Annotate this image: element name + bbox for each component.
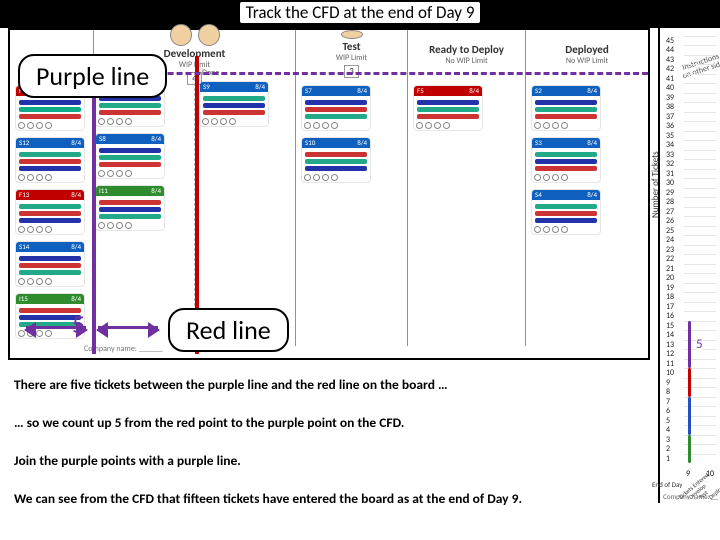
narration-1: There are five tickets between the purpl… (14, 376, 706, 393)
col-header-ready: Ready to Deploy No WIP Limit (408, 30, 526, 78)
cfd-five-label: 5 (696, 337, 703, 352)
col-wiplabel: No WIP Limit (566, 56, 608, 66)
cfd-plot-area: 5 (684, 36, 716, 463)
purple-line-label: Purple line (18, 54, 167, 98)
col-wiplabel: No WIP Limit (445, 56, 487, 66)
col-wiplabel: WIP Limit (336, 53, 367, 63)
ticket: S128/4 (16, 138, 84, 182)
cfd-y-tick: 18 (666, 292, 674, 302)
ticket: S88/4 (96, 134, 164, 178)
label-text: Red line (186, 314, 271, 346)
narration-4: We can see from the CFD that fifteen tic… (14, 490, 706, 507)
arrow-right-purple (98, 326, 158, 329)
lane-ready: F58/4 (408, 78, 526, 346)
ticket: S48/4 (532, 190, 600, 234)
col-name: Test (342, 40, 360, 53)
col-header-deployed: Deployed No WIP Limit (526, 30, 648, 78)
cfd-y-tick: 35 (666, 131, 674, 141)
cfd-y-tick: 25 (666, 226, 674, 236)
cfd-series-segment (688, 321, 691, 368)
cfd-y-tick: 14 (666, 330, 674, 340)
ticket: I118/4 (96, 186, 164, 230)
avatar-icon (170, 24, 192, 46)
ticket: S98/4 (200, 82, 268, 126)
narration-2: … so we count up 5 from the red point to… (14, 414, 706, 431)
cfd-y-tick: 28 (666, 197, 674, 207)
cfd-x-tick: 9 (686, 469, 690, 479)
cfd-y-tick: 32 (666, 159, 674, 169)
col-name: Ready to Deploy (429, 43, 504, 56)
ticket: F58/4 (414, 86, 482, 130)
cfd-y-tick: 42 (666, 64, 674, 74)
avatar-icon (341, 30, 363, 39)
narration-3: Join the purple points with a purple lin… (14, 452, 706, 469)
ticket: S148/4 (16, 242, 84, 286)
sublane-in-progress: S68/4S88/4I118/4 (94, 78, 194, 234)
cfd-chart: Instructions on other side 4544434241403… (658, 28, 720, 503)
slide: Track the CFD at the end of Day 9 Develo… (0, 0, 720, 540)
cfd-y-tick: 7 (666, 397, 670, 407)
red-line-label: Red line (168, 308, 289, 352)
slide-title: Track the CFD at the end of Day 9 (0, 2, 720, 23)
avatar-icon (198, 24, 220, 46)
label-text: Purple line (36, 60, 149, 92)
cfd-y-tick: 39 (666, 93, 674, 103)
ticket: S38/4 (532, 138, 600, 182)
purple-line-board (92, 56, 96, 354)
ticket: S108/4 (302, 138, 370, 182)
purple-dashed-line (96, 72, 648, 75)
col-name: Deployed (565, 43, 608, 56)
col-header-test: Test WIP Limit 3 (296, 30, 408, 78)
cfd-y-label: Number of Tickets (650, 151, 661, 218)
cfd-y-tick: 21 (666, 264, 674, 274)
sublane-done: S98/4 (198, 78, 294, 130)
ticket: S28/4 (532, 86, 600, 130)
cfd-x-axis-label: End of Day (652, 480, 682, 489)
cfd-y-axis: 4544434241403938373635343332313029282726… (666, 36, 684, 463)
lane-deployed: S28/4 S38/4 S48/4 (526, 78, 648, 346)
five-label-board: 5 (72, 308, 85, 340)
cfd-y-tick: 11 (666, 359, 674, 369)
lane-backlog: F18/4S128/4F138/4S148/4I158/4 (10, 78, 94, 346)
board-body: F18/4S128/4F138/4S148/4I158/4 In Progres… (10, 78, 648, 346)
lane-test: S78/4 S108/4 (296, 78, 408, 346)
ticket: F138/4 (16, 190, 84, 234)
ticket: S78/4 (302, 86, 370, 130)
